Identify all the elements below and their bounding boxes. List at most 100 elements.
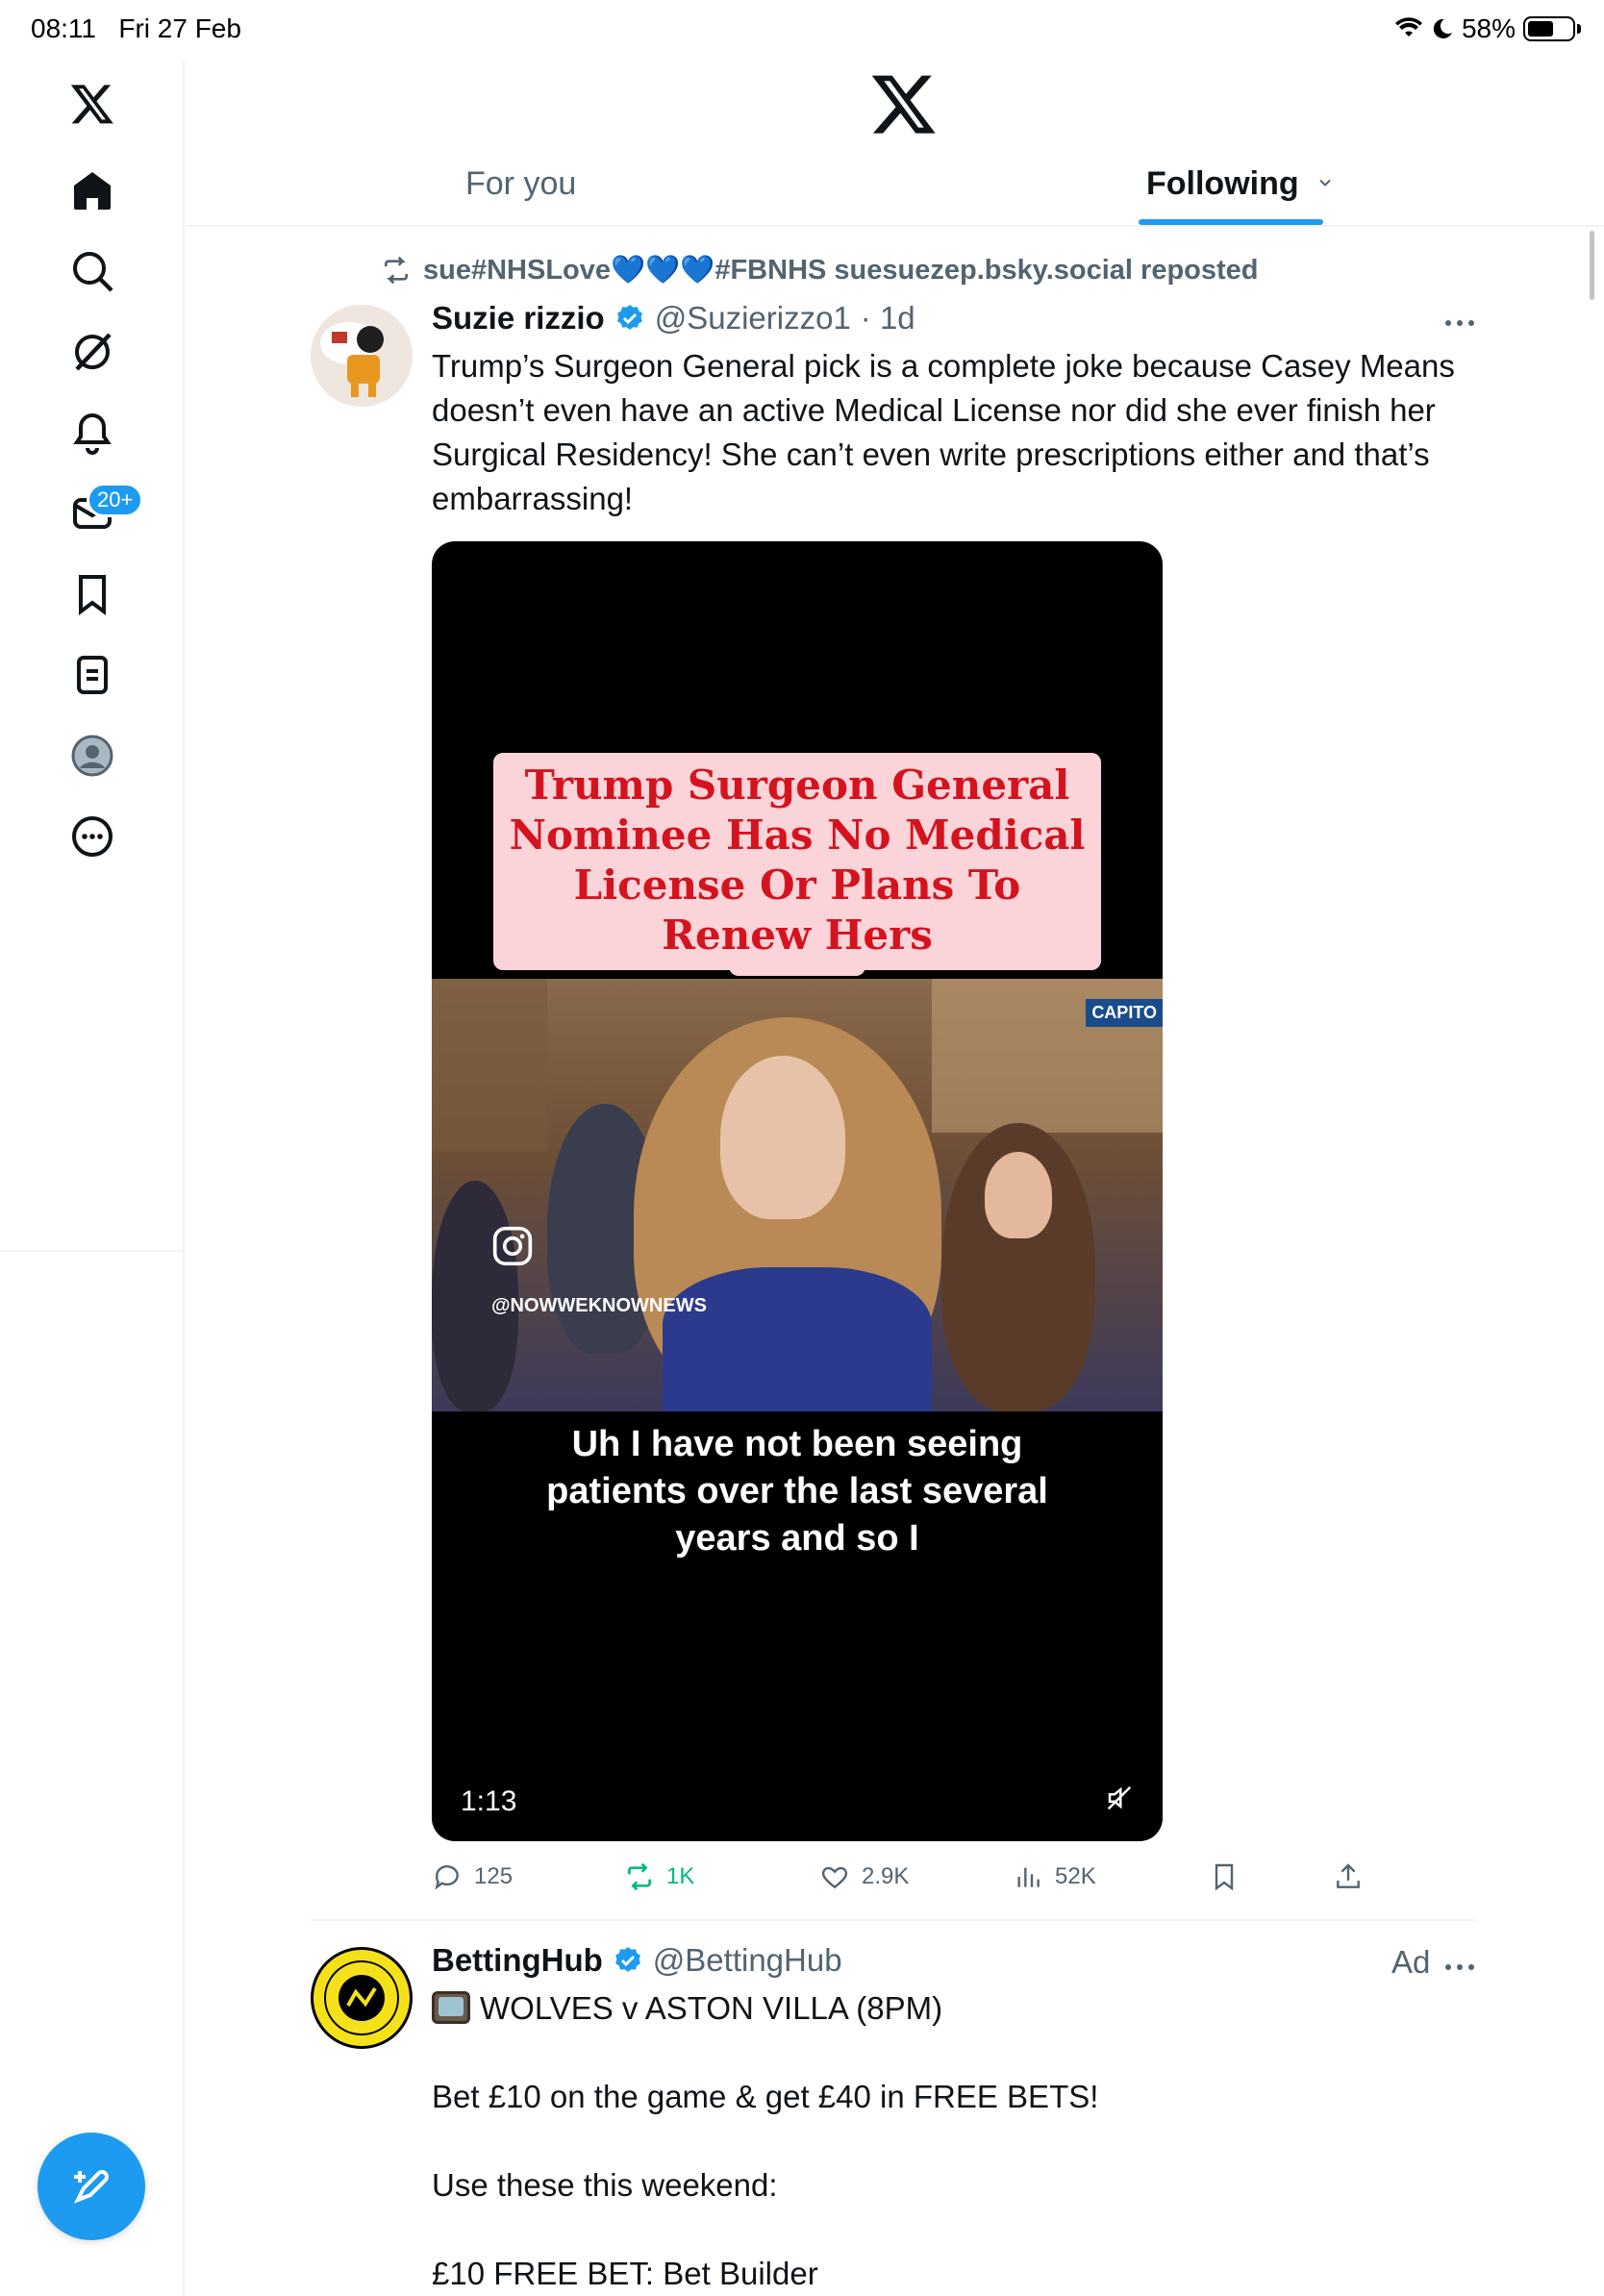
x-logo-icon	[871, 75, 936, 134]
share-button[interactable]	[1333, 1861, 1364, 1892]
sidebar-item-grok[interactable]	[54, 313, 131, 390]
bettinghub-logo-icon	[317, 1954, 406, 2042]
battery-icon	[1523, 16, 1581, 41]
author-name[interactable]: Suzie rizzio	[432, 300, 605, 337]
verified-badge-icon	[614, 1947, 640, 1972]
ad-author-handle[interactable]: @BettingHub	[653, 1942, 842, 1979]
x-logo-icon	[70, 85, 113, 124]
bell-icon	[73, 412, 112, 455]
speaker-dress	[663, 1267, 932, 1411]
sidebar-item-explore[interactable]	[54, 233, 131, 310]
ad-line	[432, 2119, 1470, 2163]
wifi-icon	[1394, 17, 1422, 37]
scrollbar[interactable]	[1590, 231, 1594, 300]
reply-button[interactable]: 125	[432, 1861, 513, 1892]
views-count: 52K	[1055, 1863, 1096, 1889]
tab-for-you[interactable]: For you	[465, 165, 576, 203]
tab-following[interactable]: Following	[1146, 165, 1335, 203]
ad-line	[432, 2031, 1470, 2075]
status-bar: 08:11 Fri 27 Feb 58%	[0, 0, 1604, 60]
heart-icon	[821, 1866, 848, 1889]
sidebar	[0, 60, 185, 2296]
status-date: Fri 27 Feb	[118, 13, 241, 43]
tweet-actions: 125 1K 2.9K 52K	[432, 1861, 1374, 1900]
compose-feather-icon	[73, 2170, 109, 2204]
reply-count: 125	[474, 1863, 514, 1889]
chevron-down-icon	[1319, 179, 1331, 187]
battery-fill	[1528, 21, 1553, 37]
tweet-more-button[interactable]	[1442, 304, 1477, 337]
sidebar-item-bookmarks[interactable]	[54, 556, 131, 633]
more-circle-icon	[72, 816, 113, 857]
verified-badge-icon	[616, 305, 642, 330]
battery-percent: 58%	[1461, 13, 1516, 43]
ad-text: WOLVES v ASTON VILLA (8PM) Bet £10 on th…	[432, 1986, 1470, 2296]
sidebar-divider	[0, 1250, 185, 1252]
grok-icon	[75, 333, 112, 371]
moon-icon	[1433, 18, 1452, 38]
author-handle[interactable]: @Suzierizzo1	[655, 300, 851, 337]
views-button[interactable]: 52K	[1013, 1861, 1096, 1892]
sidebar-item-more[interactable]	[54, 798, 131, 875]
active-tab-indicator	[1139, 219, 1323, 225]
sidebar-item-profile[interactable]	[54, 717, 131, 794]
tweet-author-row: Suzie rizzio @Suzierizzo1 · 1d	[432, 300, 915, 337]
ad-author-row: BettingHub @BettingHub	[432, 1942, 842, 1979]
repost-icon	[628, 1862, 651, 1891]
ad-line	[432, 2208, 1470, 2252]
list-icon	[77, 656, 108, 694]
ad-line: £10 FREE BET: Bet Builder	[432, 2256, 818, 2291]
ad-label: Ad	[1391, 1944, 1431, 1980]
profile-avatar-icon	[71, 735, 113, 777]
ad-line: Use these this weekend:	[432, 2167, 778, 2203]
video-duration: 1:13	[461, 1785, 517, 1817]
sidebar-item-notifications[interactable]	[54, 394, 131, 471]
status-time: 08:11	[31, 13, 96, 43]
home-icon	[74, 172, 111, 210]
repost-icon	[385, 256, 408, 285]
timeline-header: For you Following	[187, 60, 1604, 227]
ad-avatar[interactable]	[311, 1947, 413, 2049]
more-horizontal-icon	[1445, 320, 1474, 326]
repost-button[interactable]: 1K	[624, 1861, 694, 1892]
repost-indicator[interactable]: sue#NHSLove💙💙💙#FBNHS suesuezep.bsky.soci…	[381, 254, 1259, 287]
instagram-icon	[492, 1226, 533, 1266]
sidebar-item-home[interactable]	[54, 152, 131, 229]
share-icon	[1337, 1863, 1360, 1888]
ad-line: WOLVES v ASTON VILLA (8PM)	[432, 1986, 1470, 2031]
more-horizontal-icon	[1445, 1964, 1474, 1970]
tweet-video[interactable]: Trump Surgeon General Nominee Has No Med…	[432, 541, 1163, 1841]
ad-author-name[interactable]: BettingHub	[432, 1942, 603, 1979]
like-button[interactable]: 2.9K	[819, 1861, 909, 1892]
network-tag: CAPITO	[1086, 999, 1163, 1027]
background-face	[985, 1152, 1052, 1238]
video-watermark: @NOWWEKNOWNEWS	[491, 1295, 707, 1316]
like-count: 2.9K	[862, 1863, 910, 1889]
sidebar-item-lists[interactable]	[54, 636, 131, 713]
notifications-badge: 20+	[87, 483, 144, 517]
ad-line: Bet £10 on the game & get £40 in FREE BE…	[432, 2079, 1099, 2114]
status-time-date: 08:11 Fri 27 Feb	[31, 13, 241, 44]
reply-icon	[435, 1865, 459, 1890]
ad-line-text: WOLVES v ASTON VILLA (8PM)	[480, 1990, 943, 2026]
video-caption: Uh I have not been seeing patients over …	[546, 1424, 1048, 1559]
compose-button[interactable]	[38, 2133, 145, 2240]
speaker-face	[720, 1056, 845, 1219]
mute-icon[interactable]	[1105, 1784, 1134, 1812]
tab-following-label: Following	[1146, 165, 1299, 202]
x-logo-nav[interactable]	[54, 65, 131, 142]
avatar[interactable]	[311, 305, 413, 407]
bookmark-button[interactable]	[1209, 1861, 1240, 1892]
repost-count: 1K	[666, 1863, 695, 1889]
bookmark-icon	[1215, 1863, 1234, 1891]
bookmark-icon	[79, 575, 106, 615]
video-frame	[432, 979, 1163, 1411]
tweet-divider	[311, 1919, 1476, 1921]
ad-more-button[interactable]	[1442, 1948, 1477, 1981]
views-chart-icon	[1017, 1867, 1040, 1887]
tweet-time[interactable]: · 1d	[861, 300, 915, 337]
tweet-text: Trump’s Surgeon General pick is a comple…	[432, 348, 1465, 516]
repost-text: sue#NHSLove💙💙💙#FBNHS suesuezep.bsky.soci…	[423, 255, 1259, 286]
search-icon	[73, 252, 113, 292]
status-indicators: 58%	[1394, 13, 1581, 44]
